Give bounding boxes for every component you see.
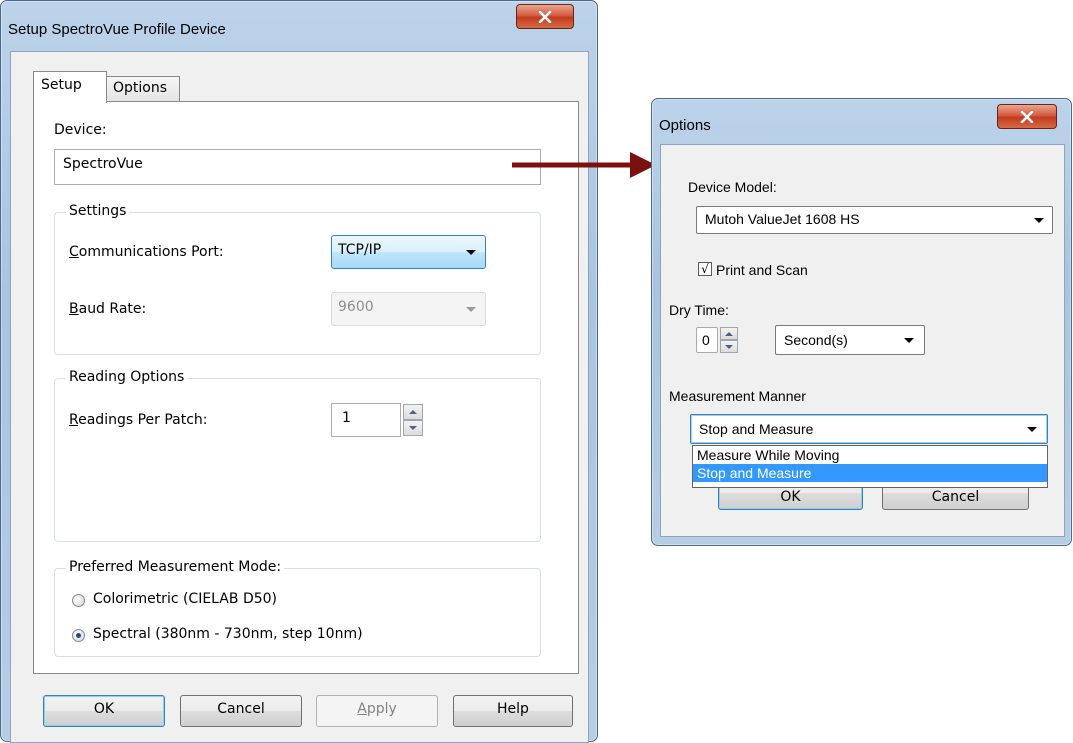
setup-dialog-title: Setup SpectroVue Profile Device bbox=[8, 21, 226, 38]
chevron-down-icon bbox=[466, 250, 476, 255]
help-button[interactable]: Help bbox=[453, 695, 573, 727]
setup-dialog: Setup SpectroVue Profile Device Options … bbox=[0, 0, 598, 743]
spectral-label: Spectral (380nm - 730nm, step 10nm) bbox=[93, 626, 363, 642]
device-model-select[interactable]: Mutoh ValueJet 1608 HS bbox=[696, 206, 1053, 234]
cancel-button[interactable]: Cancel bbox=[180, 695, 302, 727]
spectral-radio[interactable] bbox=[72, 629, 85, 642]
communications-port-label: Communications Port: bbox=[69, 244, 224, 260]
readings-per-patch-label: Readings Per Patch: bbox=[69, 412, 208, 428]
chevron-down-icon bbox=[904, 338, 914, 343]
settings-group-title: Settings bbox=[66, 203, 130, 219]
colorimetric-label: Colorimetric (CIELAB D50) bbox=[93, 591, 277, 607]
dropdown-option-measure-while-moving[interactable]: Measure While Moving bbox=[693, 446, 1047, 464]
device-model-value: Mutoh ValueJet 1608 HS bbox=[705, 211, 860, 227]
baud-rate-label: Baud Rate: bbox=[69, 301, 147, 317]
dry-time-unit-value: Second(s) bbox=[784, 332, 848, 348]
dry-time-unit-select[interactable]: Second(s) bbox=[775, 325, 925, 355]
apply-button[interactable]: Apply bbox=[316, 695, 438, 727]
dry-time-label: Dry Time: bbox=[669, 302, 729, 318]
print-scan-checkbox[interactable]: √ bbox=[698, 262, 712, 276]
communications-port-label-text: ommunications Port: bbox=[78, 244, 224, 260]
options-dialog: Options Device Model: Mutoh ValueJet 160… bbox=[651, 98, 1072, 546]
communications-port-select[interactable]: TCP/IP bbox=[331, 235, 486, 269]
settings-group bbox=[54, 212, 541, 355]
options-dialog-title: Options bbox=[659, 117, 711, 134]
measurement-manner-dropdown[interactable]: Measure While Moving Stop and Measure bbox=[692, 445, 1048, 488]
close-icon bbox=[1020, 110, 1034, 123]
close-icon bbox=[538, 10, 552, 23]
device-model-label: Device Model: bbox=[688, 179, 777, 195]
arrow-up-icon bbox=[409, 410, 417, 414]
chevron-down-icon bbox=[1034, 218, 1044, 223]
setup-dialog-close-button[interactable] bbox=[516, 4, 574, 29]
readings-per-patch-field[interactable]: 1 bbox=[331, 403, 401, 437]
dry-time-spin-down-button[interactable] bbox=[720, 340, 738, 353]
chevron-down-icon bbox=[1027, 427, 1037, 432]
measurement-manner-label: Measurement Manner bbox=[669, 388, 806, 404]
measurement-mode-group-title: Preferred Measurement Mode: bbox=[66, 559, 285, 575]
dropdown-option-stop-and-measure[interactable]: Stop and Measure bbox=[693, 464, 1047, 482]
baud-rate-value: 9600 bbox=[338, 299, 374, 315]
reading-options-group-title: Reading Options bbox=[66, 369, 188, 385]
measurement-mode-group bbox=[54, 568, 541, 657]
baud-rate-select[interactable]: 9600 bbox=[331, 292, 486, 326]
reading-options-group bbox=[54, 378, 541, 542]
communications-port-value: TCP/IP bbox=[338, 242, 382, 258]
arrow-down-icon bbox=[409, 426, 417, 430]
device-field[interactable]: SpectroVue bbox=[54, 149, 541, 185]
readings-spin-up-button[interactable] bbox=[403, 404, 423, 420]
print-scan-label: Print and Scan bbox=[716, 262, 808, 278]
options-dialog-close-button[interactable] bbox=[997, 104, 1057, 129]
measurement-manner-select[interactable]: Stop and Measure bbox=[690, 414, 1048, 444]
connector-arrow bbox=[512, 152, 656, 178]
dry-time-spin-up-button[interactable] bbox=[720, 327, 738, 340]
colorimetric-radio[interactable] bbox=[72, 594, 85, 607]
arrow-up-icon bbox=[725, 331, 733, 336]
chevron-down-icon bbox=[466, 307, 476, 312]
arrow-down-icon bbox=[725, 344, 733, 349]
tab-options[interactable]: Options bbox=[105, 76, 180, 102]
device-label: Device: bbox=[54, 122, 107, 138]
tab-setup[interactable]: Setup bbox=[33, 71, 107, 103]
readings-spin-down-button[interactable] bbox=[403, 420, 423, 436]
dry-time-field[interactable]: 0 bbox=[696, 327, 718, 353]
setup-tab-page: Device: SpectroVue Settings Communicatio… bbox=[33, 101, 579, 674]
measurement-manner-value: Stop and Measure bbox=[699, 421, 814, 437]
ok-button[interactable]: OK bbox=[43, 695, 165, 727]
